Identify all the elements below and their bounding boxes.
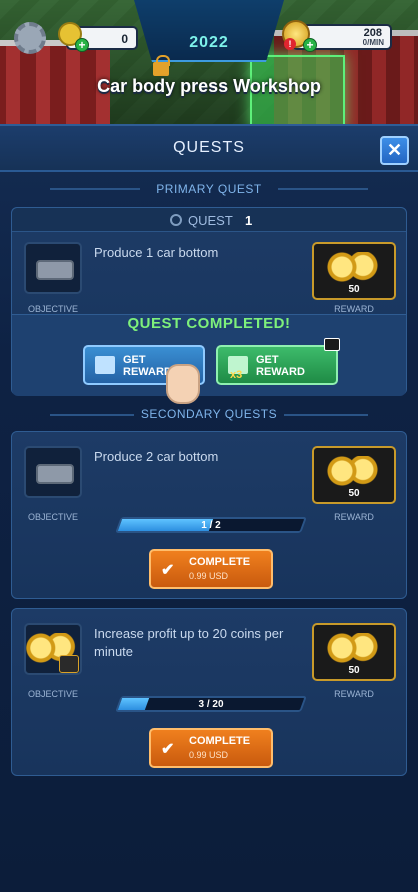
secondary-quests-label: SECONDARY QUESTS <box>140 407 278 421</box>
workshop-title: Car body press Workshop <box>97 76 321 96</box>
year-label: 2022 <box>189 34 229 51</box>
primary-quest-card: QUEST 1 OBJECTIVE Produce 1 car bottom 5… <box>11 207 407 396</box>
objective-box <box>24 623 82 675</box>
panel-header: QUESTS ✕ <box>0 126 418 172</box>
reward-box: 50 <box>312 623 396 681</box>
get-reward-x3-button[interactable]: x3 GET REWARD <box>216 338 340 385</box>
multiplier-badge: x3 <box>230 369 243 381</box>
progress-text: 3 / 20 <box>198 699 224 710</box>
quests-panel: QUESTS ✕ PRIMARY QUEST QUEST 1 OBJECTIVE… <box>0 124 418 892</box>
objective-label: OBJECTIVE <box>27 512 78 522</box>
panel-title: QUESTS <box>173 139 245 156</box>
coin-stack-icon <box>324 456 384 486</box>
objective-box <box>24 446 82 498</box>
year-banner <box>134 0 284 62</box>
reward-label: REWARD <box>334 512 374 522</box>
quest-icon <box>170 214 182 226</box>
close-button[interactable]: ✕ <box>380 136 409 165</box>
gear-icon[interactable] <box>14 22 46 54</box>
car-bottom-icon <box>36 260 74 280</box>
objective-label: OBJECTIVE <box>27 689 78 699</box>
reward-amount: 50 <box>348 488 360 499</box>
primary-quest-label: PRIMARY QUEST <box>156 182 262 196</box>
close-icon: ✕ <box>386 140 403 160</box>
reward-label: REWARD <box>334 689 374 699</box>
objective-label: OBJECTIVE <box>27 304 78 314</box>
reward-amount: 50 <box>348 284 360 295</box>
hand-pointer-icon <box>166 364 200 404</box>
coin-stack-icon <box>324 252 384 282</box>
gift-icon <box>95 356 115 374</box>
coins-rate: 0/MIN <box>362 38 384 47</box>
gauge-icon <box>59 655 79 673</box>
get-reward-x3-label: GET REWARD <box>256 354 305 378</box>
quest-number: 1 <box>245 213 253 228</box>
price-label: 0.99 USD <box>189 571 229 581</box>
complete-label: COMPLETE <box>189 735 251 747</box>
quest-description: Produce 2 car bottom <box>94 449 219 464</box>
quest-description: Increase profit up to 20 coins per minut… <box>94 626 284 659</box>
progress-text: 1 / 2 <box>201 520 221 531</box>
quest-number-bar: QUEST 1 <box>12 208 406 232</box>
quest-completed-text: QUEST COMPLETED! <box>127 315 291 332</box>
get-reward-label: GET REWARD <box>123 354 172 378</box>
complete-label: COMPLETE <box>189 556 251 568</box>
check-icon: ✔ <box>161 562 175 579</box>
quest-description: Produce 1 car bottom <box>94 245 219 260</box>
complete-button[interactable]: ✔ COMPLETE 0.99 USD <box>149 728 273 768</box>
reward-box: 50 <box>312 446 396 504</box>
objective-box <box>24 242 82 294</box>
reward-amount: 50 <box>348 665 360 676</box>
coin-stack-icon <box>324 633 384 663</box>
lock-icon <box>153 55 170 76</box>
complete-button[interactable]: ✔ COMPLETE 0.99 USD <box>149 549 273 589</box>
add-keys-button[interactable]: + <box>75 38 89 52</box>
add-coins-button[interactable]: + <box>303 38 317 52</box>
car-bottom-icon <box>36 464 74 484</box>
price-label: 0.99 USD <box>189 750 229 760</box>
reward-box: 50 <box>312 242 396 300</box>
reward-label: REWARD <box>334 304 374 314</box>
alert-badge: ! <box>284 38 296 50</box>
keys-count: 0 <box>121 32 128 46</box>
check-icon: ✔ <box>161 741 175 758</box>
quest-label: QUEST <box>188 213 233 228</box>
video-icon <box>324 338 340 351</box>
